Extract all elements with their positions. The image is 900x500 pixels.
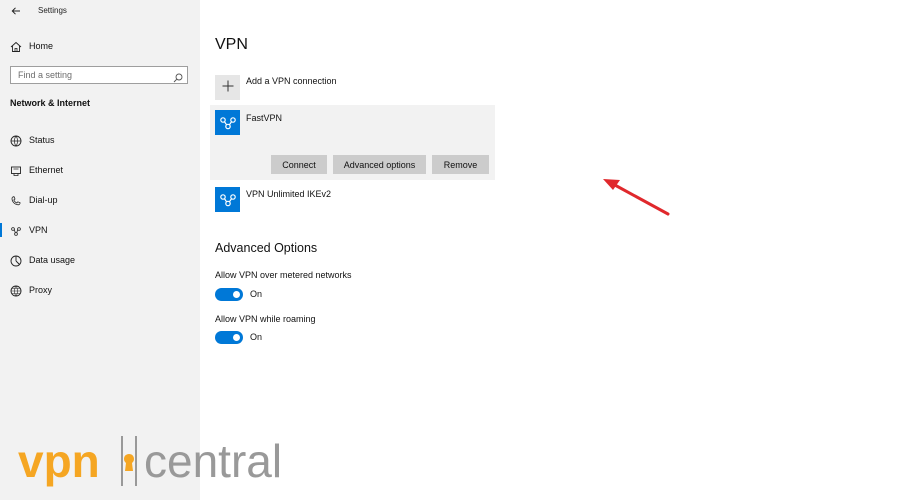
sidebar-item-proxy[interactable]: Proxy [0, 280, 200, 300]
data-usage-icon [10, 254, 22, 267]
vpn-network-icon [215, 110, 240, 135]
toggle-state-label: On [250, 289, 263, 299]
search-box [10, 66, 188, 84]
toggle-knob [233, 334, 240, 341]
sidebar-item-status[interactable]: Status [0, 130, 200, 150]
sidebar-item-vpn[interactable]: VPN [0, 220, 200, 240]
sidebar-item-label: Home [29, 41, 54, 51]
home-icon [10, 40, 22, 52]
roaming-toggle[interactable] [215, 331, 243, 344]
ethernet-icon [10, 164, 22, 176]
sidebar-item-label: Proxy [29, 285, 53, 295]
vpn-network-icon [215, 187, 240, 212]
title-bar: Settings [0, 0, 200, 22]
sidebar-item-home[interactable]: Home [0, 36, 200, 56]
dialup-icon [10, 194, 22, 206]
window-title: Settings [38, 6, 67, 15]
add-vpn-label[interactable]: Add a VPN connection [246, 76, 337, 86]
connect-button[interactable]: Connect [271, 155, 327, 174]
vpn-connection-name: VPN Unlimited IKEv2 [246, 189, 332, 199]
search-input[interactable] [11, 67, 168, 83]
watermark-central: central [144, 435, 283, 487]
vpn-connection-vpn-unlimited[interactable]: VPN Unlimited IKEv2 [210, 183, 495, 215]
vpn-connection-name: FastVPN [246, 113, 283, 123]
toggle-knob [233, 291, 240, 298]
roaming-label: Allow VPN while roaming [215, 314, 316, 324]
metered-networks-toggle[interactable] [215, 288, 243, 301]
vpn-icon [10, 224, 22, 236]
back-arrow-icon[interactable] [8, 3, 24, 19]
advanced-options-heading: Advanced Options [215, 241, 318, 255]
vpn-settings-page: VPN Add a VPN connection FastVPN Connect… [200, 0, 900, 500]
plus-icon [222, 79, 234, 97]
watermark-vpn: vpn [18, 435, 100, 487]
sidebar-item-label: Ethernet [29, 165, 64, 175]
sidebar-item-label: Data usage [29, 255, 76, 265]
add-vpn-button[interactable] [215, 75, 240, 100]
search-icon[interactable] [173, 70, 183, 83]
sidebar-item-data-usage[interactable]: Data usage [0, 250, 200, 270]
keyhole-icon [121, 436, 137, 486]
sidebar-item-dialup[interactable]: Dial-up [0, 190, 200, 210]
sidebar-item-label: VPN [29, 225, 48, 235]
annotation-arrow [603, 179, 670, 216]
globe-status-icon [10, 134, 22, 147]
sidebar-item-label: Status [29, 135, 55, 145]
remove-button[interactable]: Remove [432, 155, 489, 174]
globe-icon [10, 284, 22, 297]
sidebar-item-label: Dial-up [29, 195, 58, 205]
page-title: VPN [215, 36, 248, 53]
watermark-central-wrap: central [118, 432, 328, 490]
settings-sidebar: Settings Home Network & Internet Status … [0, 0, 200, 500]
sidebar-item-ethernet[interactable]: Ethernet [0, 160, 200, 180]
section-heading: Network & Internet [10, 98, 91, 108]
toggle-state-label: On [250, 332, 263, 342]
advanced-options-button[interactable]: Advanced options [333, 155, 426, 174]
metered-networks-label: Allow VPN over metered networks [215, 270, 352, 280]
